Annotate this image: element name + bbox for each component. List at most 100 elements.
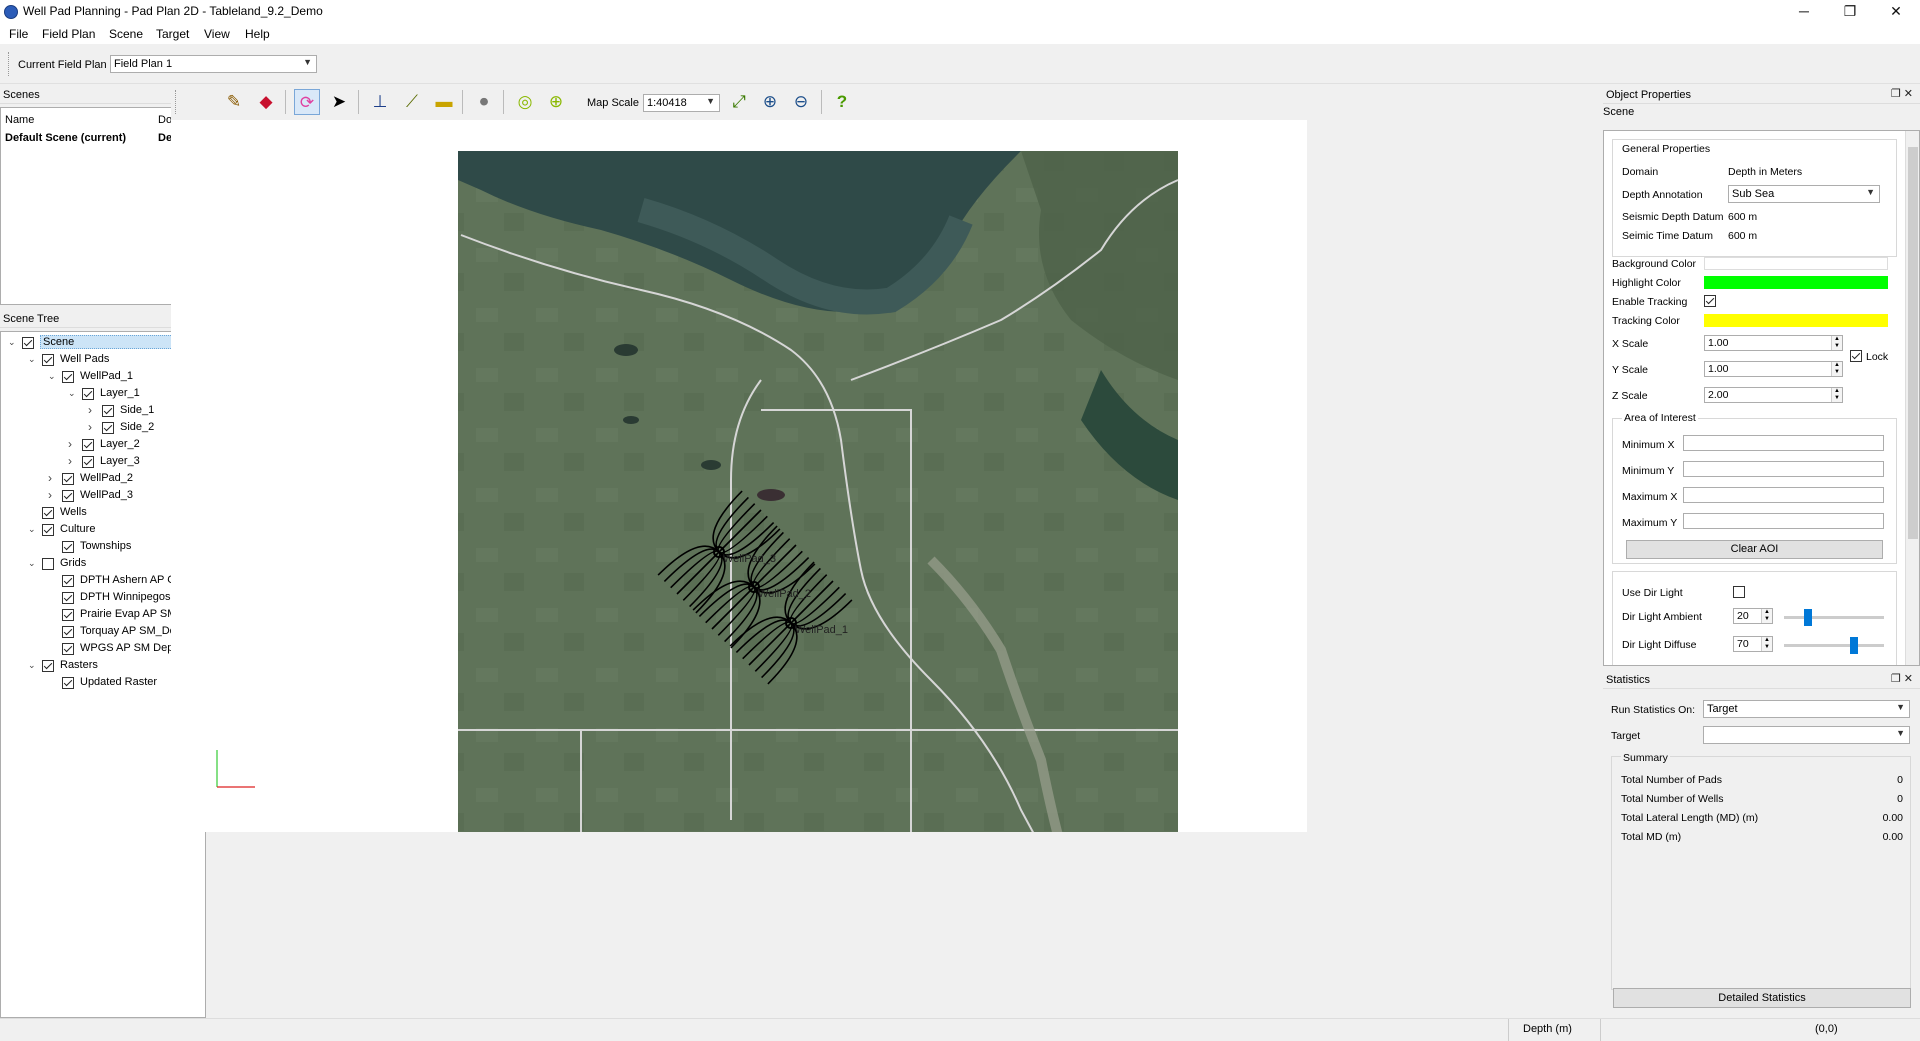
tree-item-checkbox[interactable] [102, 422, 114, 434]
ruler-icon[interactable]: ▬ [431, 89, 457, 115]
scrollbar-thumb[interactable] [1908, 147, 1918, 539]
tree-item-checkbox[interactable] [42, 524, 54, 536]
y-scale-spinbox[interactable]: 1.00 ▲ ▼ [1704, 361, 1843, 377]
tree-item-checkbox[interactable] [82, 439, 94, 451]
dir-ambient-spinbox[interactable]: 20 ▲ ▼ [1733, 608, 1773, 624]
min-y-input[interactable] [1683, 461, 1884, 477]
dock-float-close-icons[interactable]: ❐✕ [1891, 672, 1916, 685]
depth-annotation-select[interactable]: Sub Sea ▼ [1728, 185, 1880, 203]
tree-item-checkbox[interactable] [42, 558, 54, 570]
run-stats-on-select[interactable]: Target ▼ [1703, 700, 1910, 718]
toolbar-grip[interactable] [175, 90, 176, 114]
total-md-label: Total MD (m) [1621, 831, 1682, 843]
properties-scrollbar[interactable] [1905, 131, 1919, 665]
minimize-button[interactable]: ─ [1781, 0, 1827, 24]
chevron-down-icon[interactable]: ⌄ [28, 660, 38, 671]
tree-item-checkbox[interactable] [62, 592, 74, 604]
detailed-statistics-button[interactable]: Detailed Statistics [1613, 988, 1911, 1008]
tree-item-checkbox[interactable] [62, 541, 74, 553]
chevron-right-icon[interactable]: › [48, 488, 58, 502]
chevron-right-icon[interactable]: › [68, 454, 78, 468]
spin-arrows-icon[interactable]: ▲ ▼ [1761, 609, 1772, 623]
pointer-icon[interactable]: ➤ [326, 89, 352, 115]
close-button[interactable]: ✕ [1873, 0, 1919, 24]
slider-handle[interactable] [1804, 609, 1812, 626]
spin-arrows-icon[interactable]: ▲ ▼ [1761, 637, 1772, 651]
tree-item-checkbox[interactable] [22, 337, 34, 349]
rotate-icon[interactable]: ⟳ [294, 89, 320, 115]
dir-diffuse-spinbox[interactable]: 70 ▲ ▼ [1733, 636, 1773, 652]
chevron-down-icon[interactable]: ⌄ [68, 388, 78, 399]
spin-arrows-icon[interactable]: ▲ ▼ [1831, 336, 1842, 350]
min-x-input[interactable] [1683, 435, 1884, 451]
toolbar-grip[interactable] [8, 52, 11, 76]
chevron-down-icon[interactable]: ⌄ [28, 354, 38, 365]
enable-tracking-checkbox[interactable] [1704, 295, 1716, 307]
stamp-icon[interactable]: ⊥ [367, 89, 393, 115]
edit-map-icon[interactable]: ✎ [221, 89, 247, 115]
target-select[interactable]: ▼ [1703, 726, 1910, 744]
lock-checkbox[interactable] [1850, 350, 1862, 362]
slider-handle[interactable] [1850, 637, 1858, 654]
z-scale-spinbox[interactable]: 2.00 ▲ ▼ [1704, 387, 1843, 403]
zoom-out-icon[interactable]: ⊖ [788, 89, 814, 115]
use-dir-light-checkbox[interactable] [1733, 586, 1745, 598]
crosshair-icon[interactable]: ⊕ [543, 89, 569, 115]
x-scale-spinbox[interactable]: 1.00 ▲ ▼ [1704, 335, 1843, 351]
tree-item-checkbox[interactable] [62, 575, 74, 587]
dir-ambient-slider[interactable] [1784, 609, 1884, 626]
menu-help[interactable]: Help [245, 27, 270, 41]
tree-item-checkbox[interactable] [62, 473, 74, 485]
field-plan-select[interactable]: Field Plan 1 ▼ [110, 55, 317, 73]
highlight-color-swatch[interactable] [1704, 276, 1888, 289]
tracking-color-swatch[interactable] [1704, 314, 1888, 327]
tree-item-checkbox[interactable] [42, 660, 54, 672]
chevron-right-icon[interactable]: › [88, 420, 98, 434]
chevron-down-icon[interactable]: ⌄ [28, 524, 38, 535]
maximize-button[interactable]: ❐ [1827, 0, 1873, 24]
zoom-in-icon[interactable]: ⊕ [757, 89, 783, 115]
stop-icon[interactable]: ⏺ [471, 89, 497, 115]
max-y-input[interactable] [1683, 513, 1884, 529]
bg-color-swatch[interactable] [1704, 257, 1888, 270]
chevron-right-icon[interactable]: › [68, 437, 78, 451]
menu-scene[interactable]: Scene [109, 27, 143, 41]
tree-item-checkbox[interactable] [62, 626, 74, 638]
dir-diffuse-slider[interactable] [1784, 637, 1884, 654]
tree-item-checkbox[interactable] [82, 388, 94, 400]
cube-icon[interactable]: ◆ [253, 89, 279, 115]
menu-target[interactable]: Target [156, 27, 189, 41]
max-y-label: Maximum Y [1622, 517, 1678, 529]
tree-item-checkbox[interactable] [102, 405, 114, 417]
map-canvas[interactable]: WellPad_3 WellPad_2 WellPad_1 [171, 120, 1307, 849]
zoom-extents-icon[interactable]: ⤢ [726, 89, 752, 115]
chevron-down-icon[interactable]: ⌄ [8, 337, 18, 348]
max-x-input[interactable] [1683, 487, 1884, 503]
menu-file[interactable]: File [9, 27, 28, 41]
scene-row-name[interactable]: Default Scene (current) [5, 132, 126, 144]
help-icon[interactable]: ? [829, 89, 855, 115]
chevron-right-icon[interactable]: › [88, 403, 98, 417]
clear-aoi-button[interactable]: Clear AOI [1626, 540, 1883, 559]
tree-item-checkbox[interactable] [62, 490, 74, 502]
tree-item-checkbox[interactable] [62, 371, 74, 383]
map-viewport[interactable]: WellPad_3 WellPad_2 WellPad_1 [171, 120, 1307, 849]
tree-item-checkbox[interactable] [62, 609, 74, 621]
tree-item-checkbox[interactable] [42, 354, 54, 366]
chevron-down-icon[interactable]: ⌄ [48, 371, 58, 382]
menu-view[interactable]: View [204, 27, 230, 41]
map-scale-select[interactable]: 1:40418 ▼ [643, 94, 720, 112]
tree-item-checkbox[interactable] [82, 456, 94, 468]
draw-line-icon[interactable]: ⟋ [399, 89, 425, 115]
target-icon[interactable]: ◎ [512, 89, 538, 115]
menu-field-plan[interactable]: Field Plan [42, 27, 95, 41]
chevron-right-icon[interactable]: › [48, 471, 58, 485]
spin-arrows-icon[interactable]: ▲ ▼ [1831, 362, 1842, 376]
object-properties-panel: General Properties Domain Depth in Meter… [1603, 130, 1920, 666]
tree-item-checkbox[interactable] [42, 507, 54, 519]
tree-item-checkbox[interactable] [62, 677, 74, 689]
chevron-down-icon[interactable]: ⌄ [28, 558, 38, 569]
spin-arrows-icon[interactable]: ▲ ▼ [1831, 388, 1842, 402]
dock-float-close-icons[interactable]: ❐✕ [1891, 87, 1916, 100]
tree-item-checkbox[interactable] [62, 643, 74, 655]
